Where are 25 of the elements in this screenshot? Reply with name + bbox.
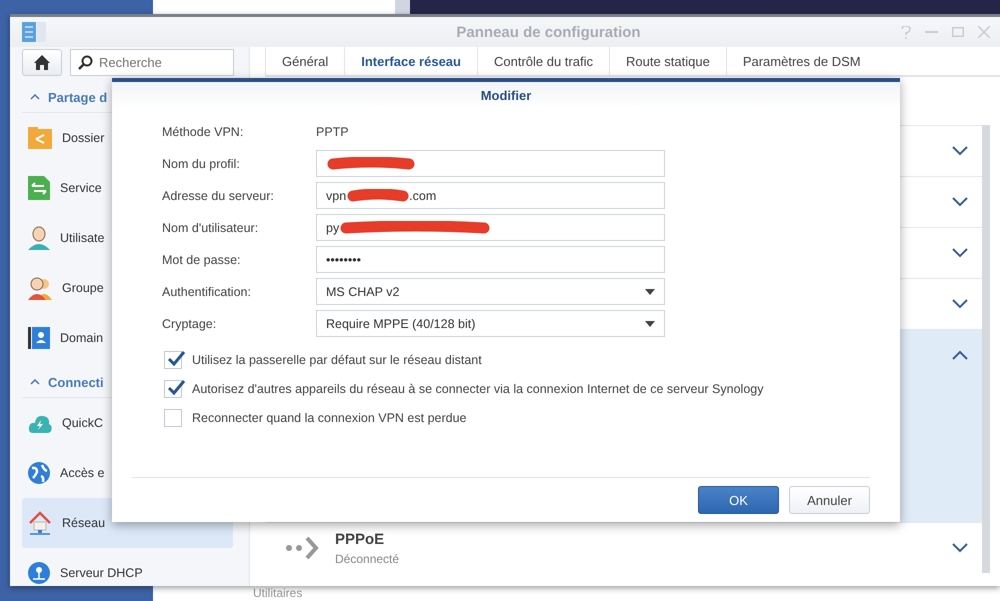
field-label: Nom du profil: (162, 156, 241, 170)
sidebar-item-label: Domain (60, 331, 104, 345)
sidebar-item-label: Accès e (60, 466, 104, 480)
sidebar-item-label: Utilisate (60, 231, 104, 245)
field-label: Nom d'utilisateur: (162, 220, 260, 234)
checkbox-label: Autorisez d'autres appareils du réseau à se connecter via la connexion Internet de ce serveur Synology (192, 382, 764, 396)
sidebar-item-label: QuickC (62, 416, 103, 430)
background-app-label: Utilitaires (253, 586, 302, 600)
interface-name: PPPoE (335, 530, 386, 548)
window-title: Panneau de configuration (455, 24, 642, 40)
field-value: PPTP (316, 124, 349, 138)
field-label: Cryptage: (162, 316, 218, 330)
sidebar-item-label: Groupe (62, 281, 104, 295)
checkbox-label: Utilisez la passerelle par défaut sur le réseau distant (192, 353, 482, 367)
field-label: Méthode VPN: (162, 124, 244, 138)
sidebar-item-label: Réseau (62, 516, 106, 530)
interface-status: Déconnecté (335, 552, 400, 566)
checkbox-label: Reconnecter quand la connexion VPN est perdue (192, 411, 466, 425)
field-label: Authentification: (162, 284, 252, 298)
sidebar-item-label: Service (60, 181, 102, 195)
field-label: Mot de passe: (162, 252, 242, 266)
sidebar-item-label: Dossier (62, 131, 104, 145)
field-label: Adresse du serveur: (162, 188, 275, 202)
dialog-title: Modifier (480, 88, 532, 102)
sidebar-item-label: Serveur DHCP (60, 566, 143, 580)
